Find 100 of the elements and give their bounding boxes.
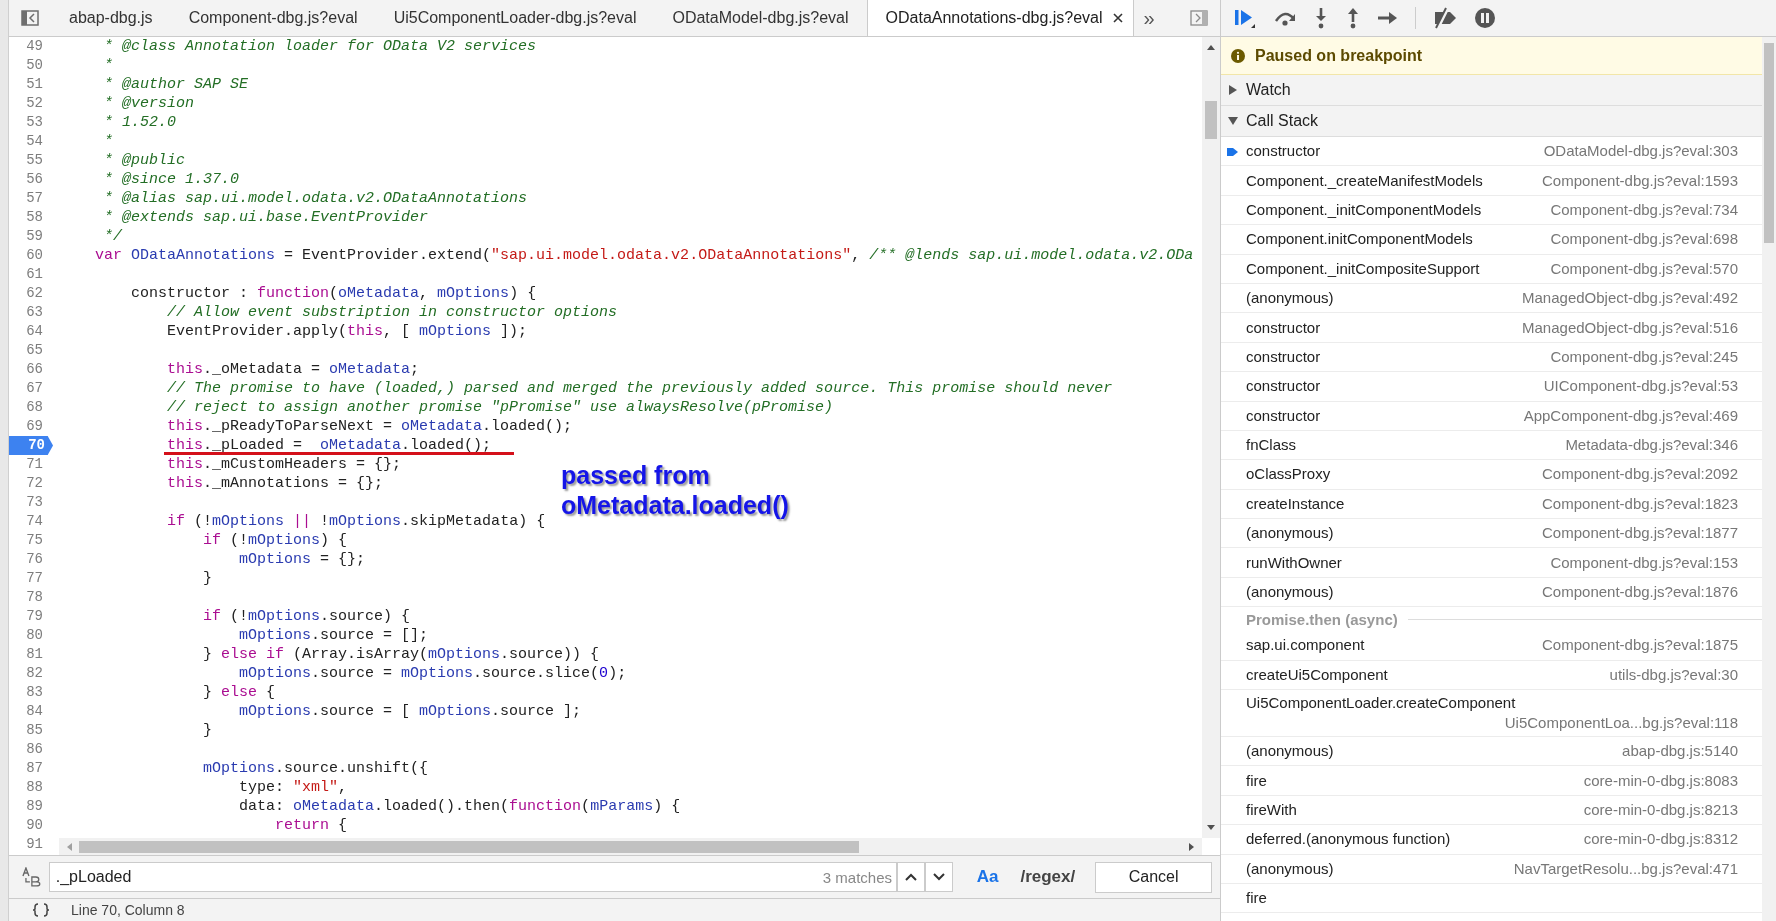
source-location[interactable]: Component-dbg.js?eval:1877 (1542, 523, 1738, 544)
function-name[interactable]: deferred.(anonymous function) (1246, 829, 1451, 850)
line-number[interactable]: 67 (9, 379, 51, 398)
source-location[interactable]: Component-dbg.js?eval:2092 (1542, 464, 1738, 485)
file-tab[interactable]: ODataAnnotations-dbg.js?eval (866, 0, 1134, 36)
function-name[interactable]: fire (1246, 888, 1267, 909)
function-name[interactable]: constructor (1246, 376, 1321, 397)
function-name[interactable]: Component._initComponentModels (1246, 199, 1482, 220)
more-tabs-button[interactable]: » (1133, 0, 1165, 36)
source-location[interactable]: Ui5ComponentLoa...bg.js?eval:118 (1504, 713, 1738, 734)
source-location[interactable]: Component-dbg.js?eval:153 (1550, 552, 1738, 573)
source-location[interactable]: UIComponent-dbg.js?eval:53 (1543, 376, 1738, 397)
source-location[interactable]: abap-dbg.js:5140 (1622, 741, 1738, 762)
line-number[interactable]: 81 (9, 645, 51, 664)
line-number[interactable]: 49 (9, 37, 51, 56)
line-number[interactable]: 80 (9, 626, 51, 645)
line-number[interactable]: 61 (9, 265, 51, 284)
line-number[interactable]: 78 (9, 588, 51, 607)
source-location[interactable]: Component-dbg.js?eval:698 (1550, 229, 1738, 250)
line-number[interactable]: 52 (9, 94, 51, 113)
line-number[interactable]: 89 (9, 797, 51, 816)
line-number[interactable]: 85 (9, 721, 51, 740)
source-location[interactable]: ManagedObject-dbg.js?eval:516 (1522, 317, 1738, 338)
scrollbar-thumb[interactable] (1205, 101, 1217, 139)
line-number[interactable]: 73 (9, 493, 51, 512)
line-number[interactable]: 76 (9, 550, 51, 569)
section-header[interactable]: Call Stack (1221, 106, 1762, 137)
line-number[interactable]: 70 (9, 436, 53, 455)
replace-toggle-icon[interactable] (21, 867, 41, 887)
line-number[interactable]: 64 (9, 322, 51, 341)
pause-on-exceptions-icon[interactable] (1474, 7, 1496, 29)
source-location[interactable]: Component-dbg.js?eval:1876 (1542, 582, 1738, 603)
function-name[interactable]: oClassProxy (1246, 464, 1331, 485)
line-number[interactable]: 66 (9, 360, 51, 379)
function-name[interactable]: fireWith (1246, 800, 1297, 820)
line-number[interactable]: 75 (9, 531, 51, 550)
source-location[interactable]: Component-dbg.js?eval:1593 (1542, 170, 1738, 191)
source-location[interactable]: Metadata-dbg.js?eval:346 (1565, 435, 1738, 456)
file-tab[interactable]: abap-dbg.js (51, 0, 171, 36)
function-name[interactable]: runWithOwner (1246, 552, 1342, 573)
line-number[interactable]: 86 (9, 740, 51, 759)
line-number[interactable]: 63 (9, 303, 51, 322)
horizontal-scrollbar[interactable] (59, 838, 1202, 855)
line-number[interactable]: 51 (9, 75, 51, 94)
search-field[interactable]: ._pLoaded 3 matches (48, 862, 897, 892)
line-number[interactable]: 74 (9, 512, 51, 531)
source-location[interactable]: ManagedObject-dbg.js?eval:492 (1522, 288, 1738, 309)
function-name[interactable]: createInstance (1246, 493, 1345, 514)
line-number[interactable]: 55 (9, 151, 51, 170)
scrollbar-thumb[interactable] (1764, 43, 1774, 243)
match-case-toggle[interactable]: Aa (970, 867, 1005, 887)
line-number[interactable]: 56 (9, 170, 51, 189)
step-icon[interactable] (1377, 10, 1399, 26)
line-number[interactable]: 88 (9, 778, 51, 797)
function-name[interactable]: Component._createManifestModels (1246, 170, 1483, 191)
line-number[interactable]: 58 (9, 208, 51, 227)
source-location[interactable]: Component-dbg.js?eval:570 (1550, 258, 1738, 279)
vertical-scrollbar[interactable] (1762, 37, 1776, 921)
line-number[interactable]: 62 (9, 284, 51, 303)
source-location[interactable]: core-min-0-dbg.js:8312 (1583, 829, 1738, 850)
function-name[interactable]: constructor (1246, 346, 1321, 367)
function-name[interactable]: Component._initCompositeSupport (1246, 258, 1480, 279)
source-location[interactable]: ODataModel-dbg.js?eval:303 (1543, 141, 1738, 162)
line-number[interactable]: 91 (9, 835, 51, 854)
regex-toggle[interactable]: /regex/ (1014, 867, 1082, 887)
function-name[interactable]: sap.ui.component (1246, 635, 1365, 656)
source-location[interactable]: Component-dbg.js?eval:1875 (1542, 635, 1738, 656)
line-number[interactable]: 50 (9, 56, 51, 75)
source-location[interactable]: NavTargetResolu...bg.js?eval:471 (1513, 858, 1738, 879)
source-location[interactable]: core-min-0-dbg.js:8213 (1583, 800, 1738, 820)
function-name[interactable]: Component.initComponentModels (1246, 229, 1473, 250)
source-location[interactable]: Component-dbg.js?eval:734 (1550, 199, 1738, 220)
line-number[interactable]: 69 (9, 417, 51, 436)
function-name[interactable]: (anonymous) (1246, 523, 1334, 544)
function-name[interactable]: fire (1246, 770, 1267, 791)
file-tab[interactable]: Component-dbg.js?eval (170, 0, 376, 36)
line-number[interactable]: 60 (9, 246, 51, 265)
function-name[interactable]: constructor (1246, 405, 1321, 426)
file-tab[interactable]: Ui5ComponentLoader-dbg.js?eval (375, 0, 655, 36)
close-icon[interactable] (1112, 13, 1123, 23)
source-location[interactable]: utils-dbg.js?eval:30 (1609, 664, 1738, 685)
step-out-icon[interactable] (1345, 7, 1361, 29)
line-number[interactable]: 65 (9, 341, 51, 360)
function-name[interactable]: fnClass (1246, 435, 1297, 456)
deactivate-breakpoints-icon[interactable] (1432, 7, 1458, 29)
line-number[interactable]: 71 (9, 455, 51, 474)
line-number[interactable]: 57 (9, 189, 51, 208)
function-name[interactable]: constructor (1246, 317, 1321, 338)
line-number[interactable]: 54 (9, 132, 51, 151)
source-location[interactable]: AppComponent-dbg.js?eval:469 (1523, 405, 1738, 426)
function-name[interactable]: Ui5ComponentLoader.createComponent (1246, 693, 1516, 714)
section-header[interactable]: Watch (1221, 75, 1762, 106)
line-number[interactable]: 77 (9, 569, 51, 588)
resume-icon[interactable] (1233, 7, 1257, 29)
vertical-scrollbar[interactable] (1202, 37, 1220, 838)
cancel-button[interactable]: Cancel (1095, 861, 1212, 893)
function-name[interactable]: createUi5Component (1246, 664, 1388, 685)
function-name[interactable]: (anonymous) (1246, 741, 1334, 762)
scrollbar-thumb[interactable] (79, 840, 859, 853)
line-number[interactable]: 53 (9, 113, 51, 132)
